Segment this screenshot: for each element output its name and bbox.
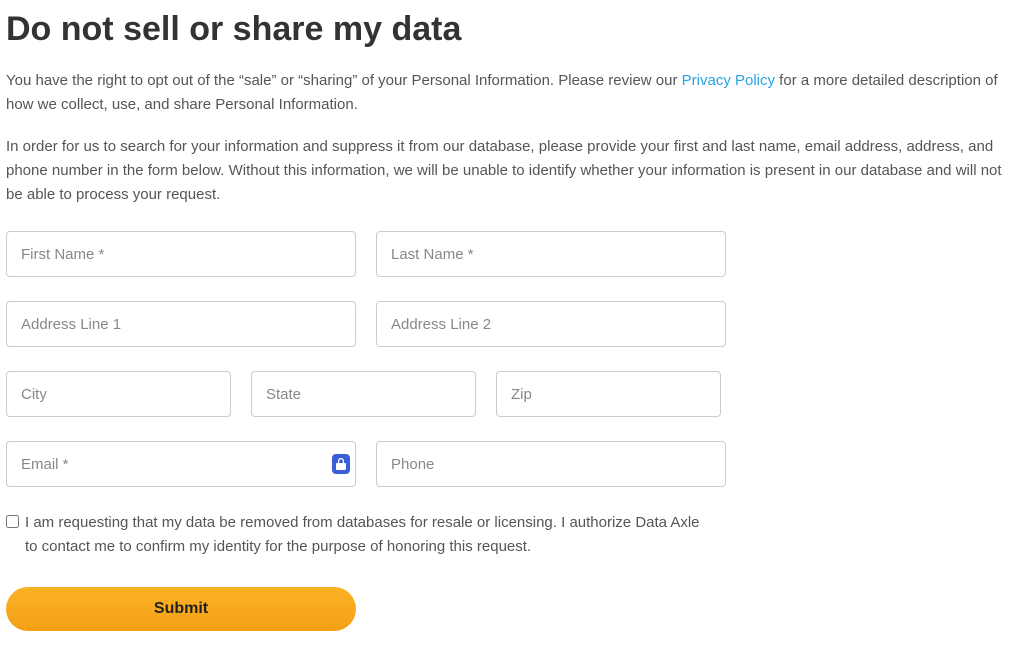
page-title: Do not sell or share my data bbox=[6, 10, 1018, 49]
submit-button[interactable]: Submit bbox=[6, 587, 356, 631]
opt-out-form: I am requesting that my data be removed … bbox=[6, 231, 1018, 631]
intro-text-pre: You have the right to opt out of the “sa… bbox=[6, 72, 682, 89]
privacy-policy-link[interactable]: Privacy Policy bbox=[682, 72, 775, 89]
intro-paragraph-1: You have the right to opt out of the “sa… bbox=[6, 69, 1018, 117]
first-name-input[interactable] bbox=[6, 231, 356, 277]
state-input[interactable] bbox=[251, 371, 476, 417]
email-input[interactable] bbox=[6, 441, 356, 487]
address-line-2-input[interactable] bbox=[376, 301, 726, 347]
intro-paragraph-2: In order for us to search for your infor… bbox=[6, 135, 1018, 207]
city-input[interactable] bbox=[6, 371, 231, 417]
phone-input[interactable] bbox=[376, 441, 726, 487]
zip-input[interactable] bbox=[496, 371, 721, 417]
lock-icon bbox=[332, 454, 350, 474]
consent-checkbox[interactable] bbox=[6, 515, 19, 528]
last-name-input[interactable] bbox=[376, 231, 726, 277]
consent-label[interactable]: I am requesting that my data be removed … bbox=[25, 511, 706, 559]
address-line-1-input[interactable] bbox=[6, 301, 356, 347]
